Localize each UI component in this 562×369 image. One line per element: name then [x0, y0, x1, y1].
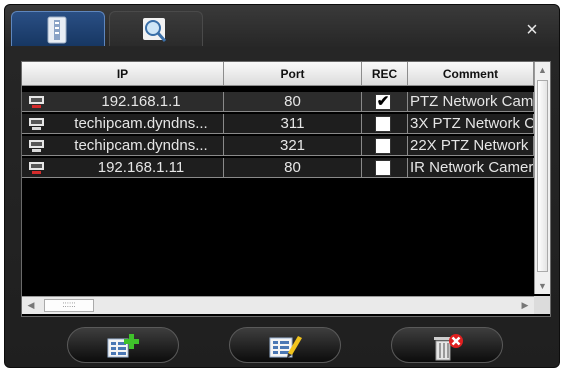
rec-checkbox[interactable]: ✔ [375, 94, 391, 110]
scroll-left-icon[interactable]: ◀ [22, 297, 40, 314]
comment-cell: PTZ Network Camer [408, 92, 534, 112]
ip-cell: 192.168.1.11 [22, 158, 224, 178]
comment-cell: IR Network Camera [408, 158, 534, 178]
port-cell: 80 [224, 158, 362, 178]
device-table: IP Port REC Comment 192.168.1.1 80 ✔ PTZ… [22, 62, 534, 294]
comment-cell: 3X PTZ Network Ca. [408, 114, 534, 134]
column-header-port[interactable]: Port [224, 62, 362, 86]
port-cell: 80 [224, 92, 362, 112]
close-button[interactable]: × [521, 19, 543, 41]
rec-cell [362, 136, 408, 156]
table-row[interactable]: 192.168.1.1 80 ✔ PTZ Network Camer [22, 92, 534, 112]
rec-checkbox[interactable] [375, 160, 391, 176]
search-icon [143, 18, 167, 42]
vertical-scrollbar[interactable]: ▲ ▼ [534, 62, 550, 294]
delete-device-button[interactable] [391, 327, 503, 363]
scrollbar-corner [534, 296, 550, 314]
camera-device-icon [29, 162, 44, 174]
scroll-right-icon[interactable]: ▶ [516, 297, 534, 314]
ip-value: 192.168.1.11 [97, 159, 185, 176]
vertical-scroll-thumb[interactable] [537, 80, 548, 272]
ip-device-window: × IP Port REC Comment 192.168.1.1 80 ✔ P… [4, 4, 560, 368]
camera-device-icon [29, 96, 44, 108]
delete-device-icon [434, 334, 463, 361]
scroll-down-icon[interactable]: ▼ [535, 278, 550, 294]
table-row[interactable]: techipcam.dyndns... 311 3X PTZ Network C… [22, 114, 534, 134]
rec-cell [362, 158, 408, 178]
rec-cell [362, 114, 408, 134]
rec-checkbox[interactable] [375, 116, 391, 132]
device-table-panel: IP Port REC Comment 192.168.1.1 80 ✔ PTZ… [21, 61, 551, 317]
rec-checkbox[interactable] [375, 138, 391, 154]
edit-device-button[interactable] [229, 327, 341, 363]
column-header-rec[interactable]: REC [362, 62, 408, 86]
horizontal-scroll-thumb[interactable]: :::::: [44, 299, 94, 312]
comment-cell: 22X PTZ Network C. [408, 136, 534, 156]
camera-device-icon [29, 118, 44, 130]
camera-device-icon [29, 140, 44, 152]
port-cell: 311 [224, 114, 362, 134]
tab-device-list[interactable] [11, 11, 105, 46]
add-device-button[interactable] [67, 327, 179, 363]
ip-cell: techipcam.dyndns... [22, 114, 224, 134]
ip-value: techipcam.dyndns... [74, 137, 208, 154]
ip-cell: techipcam.dyndns... [22, 136, 224, 156]
column-header-ip[interactable]: IP [22, 62, 224, 86]
rec-cell: ✔ [362, 92, 408, 112]
tab-search[interactable] [109, 11, 203, 46]
ip-cell: 192.168.1.1 [22, 92, 224, 112]
column-header-comment[interactable]: Comment [408, 62, 534, 86]
add-device-icon [107, 334, 139, 358]
ip-value: techipcam.dyndns... [74, 115, 208, 132]
tab-bar: × [11, 9, 551, 46]
ip-value: 192.168.1.1 [101, 93, 181, 110]
table-row[interactable]: techipcam.dyndns... 321 22X PTZ Network … [22, 136, 534, 156]
edit-device-icon [269, 336, 302, 358]
horizontal-scrollbar[interactable]: ◀ :::::: ▶ [22, 296, 534, 314]
scroll-up-icon[interactable]: ▲ [535, 62, 550, 78]
table-row[interactable]: 192.168.1.11 80 IR Network Camera [22, 158, 534, 178]
port-cell: 321 [224, 136, 362, 156]
device-list-icon [47, 16, 67, 44]
